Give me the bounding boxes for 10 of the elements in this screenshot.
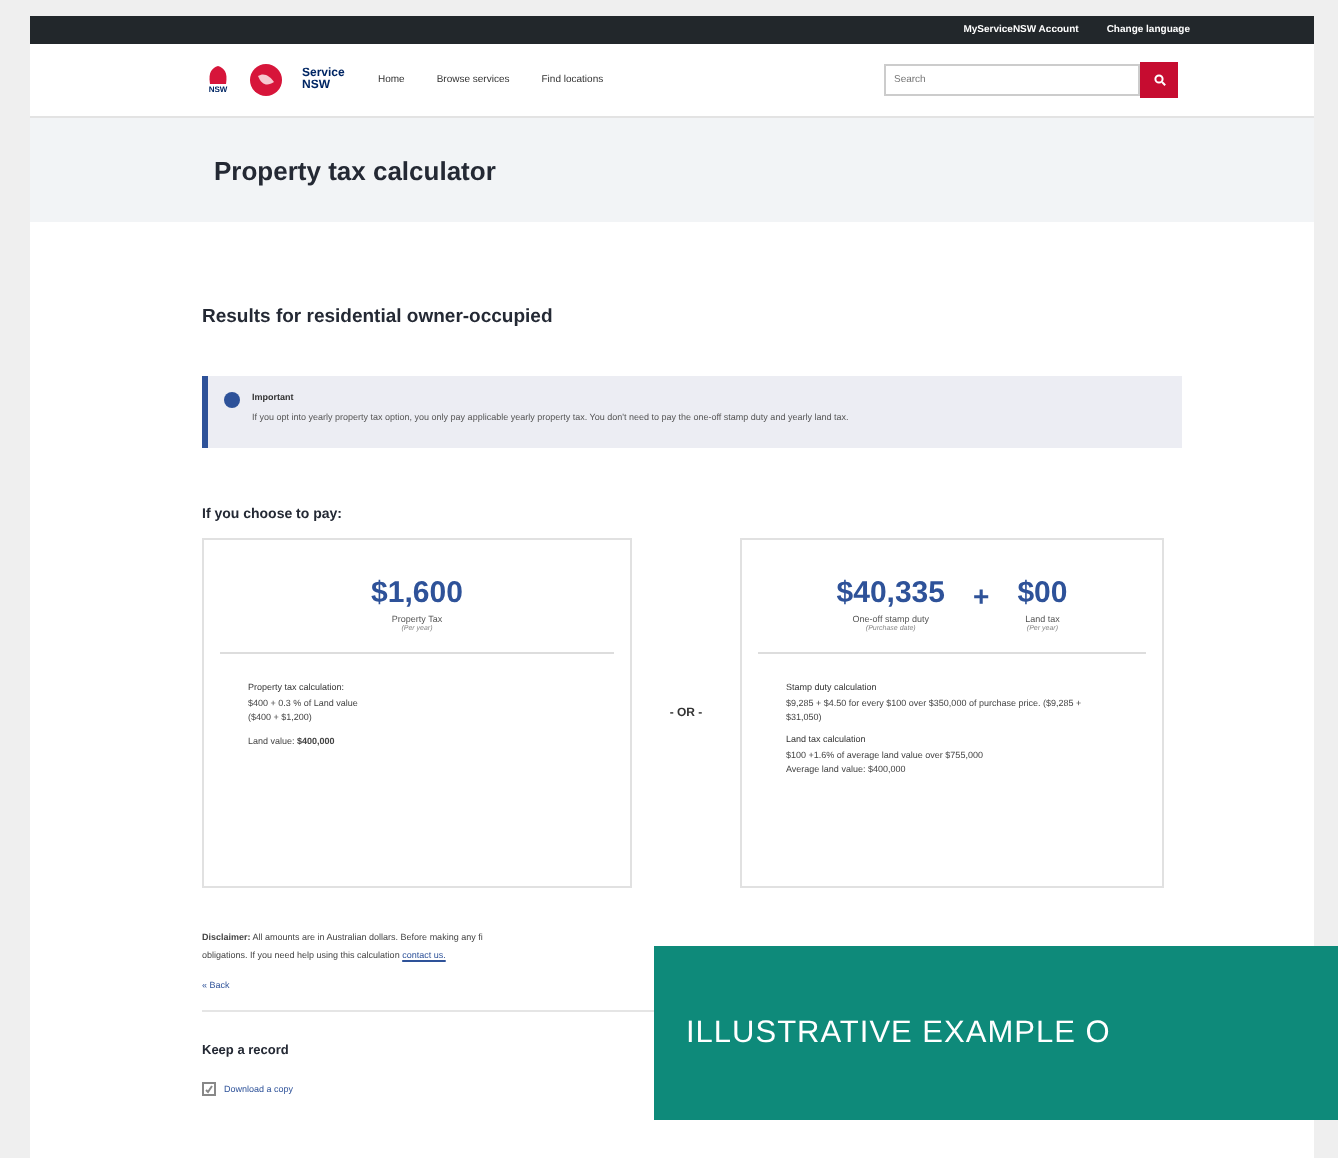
- amount-value: $40,335: [836, 576, 945, 610]
- logo-icon: [250, 64, 282, 96]
- search-button[interactable]: [1140, 61, 1178, 97]
- page-title: Property tax calculator: [214, 155, 496, 185]
- search-icon: [1153, 73, 1165, 85]
- banner-text: ILLUSTRATIVE EXAMPLE O: [686, 1015, 1111, 1051]
- results-heading: Results for residential owner-occupied: [202, 306, 555, 328]
- amount-value: $00: [1017, 576, 1068, 610]
- amount-value: $1,600: [371, 576, 463, 610]
- plus-sign: +: [973, 580, 990, 612]
